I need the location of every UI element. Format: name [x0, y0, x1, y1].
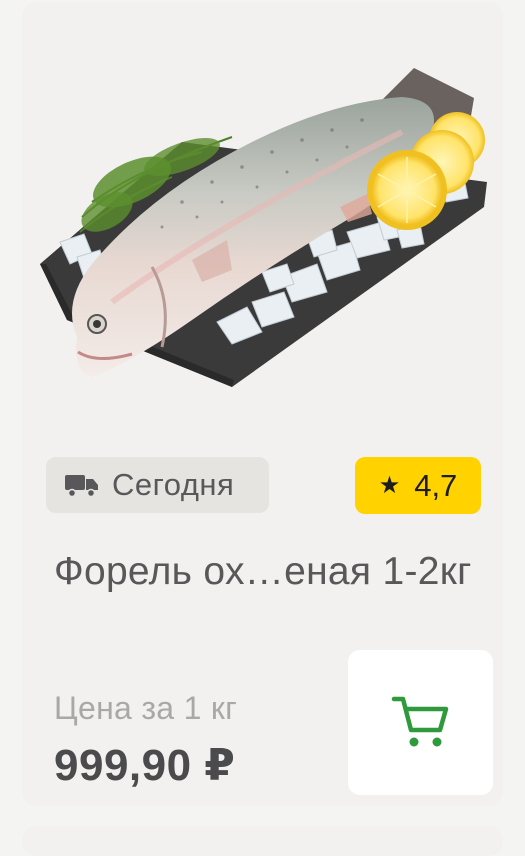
- star-icon: ★: [378, 471, 401, 499]
- price-value: 999,90 ₽: [54, 741, 236, 790]
- next-product-card[interactable]: [22, 826, 503, 856]
- delivery-label: Сегодня: [112, 467, 235, 502]
- price-label: Цена за 1 кг: [54, 690, 238, 726]
- trout-fish-image: [40, 68, 487, 387]
- product-title[interactable]: Форель ох…еная 1-2кг: [54, 546, 474, 598]
- truck-icon: [65, 475, 98, 498]
- rating-badge: ★ 4,7: [355, 457, 481, 514]
- rating-value: 4,7: [414, 467, 458, 503]
- product-card[interactable]: Сегодня ★ 4,7 Форель ох…еная 1-2кг Цена …: [22, 2, 503, 806]
- add-to-cart-button[interactable]: [348, 650, 493, 795]
- delivery-badge: Сегодня: [46, 457, 269, 513]
- product-image[interactable]: [22, 2, 503, 432]
- shopping-cart-icon: [391, 696, 448, 746]
